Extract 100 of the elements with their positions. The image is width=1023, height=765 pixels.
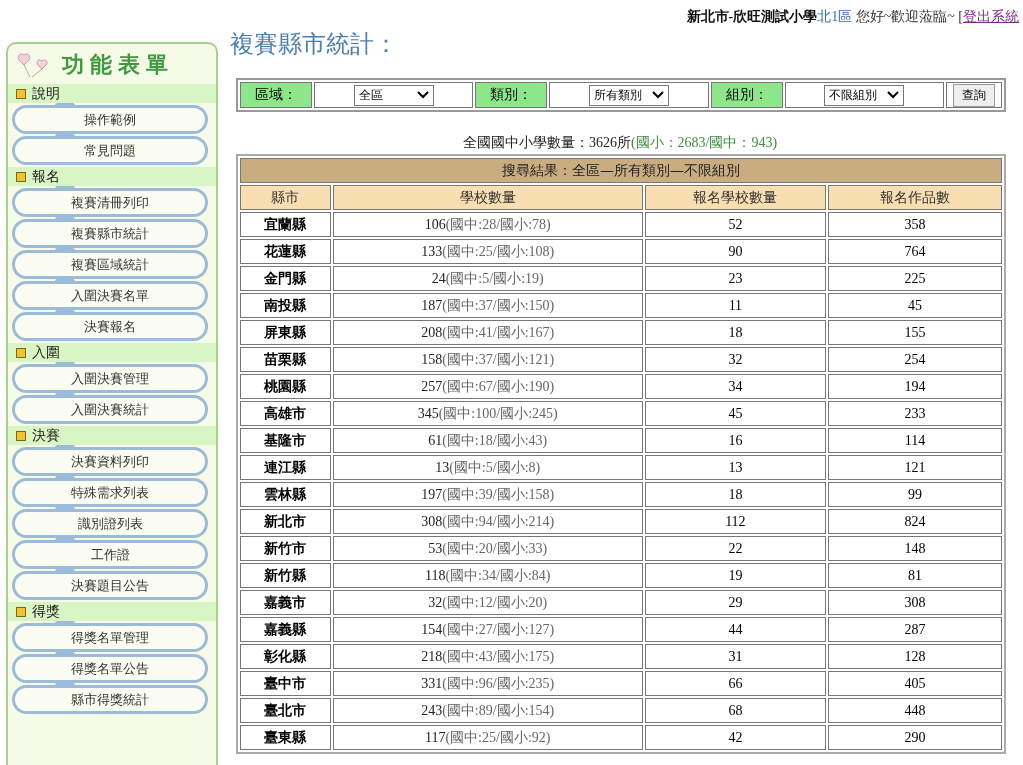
table-cell: 高雄市 (240, 401, 331, 426)
dropdown[interactable]: 不限組別 (824, 84, 905, 106)
menu-button[interactable]: 得獎名單公告 (12, 654, 208, 683)
menu-button[interactable]: 操作範例 (12, 105, 208, 134)
menu-button[interactable]: 常見問題 (12, 136, 208, 165)
table-cell: 345(國中:100/國小:245) (332, 401, 643, 426)
table-cell: 117(國中:25/國小:92) (332, 725, 643, 750)
table-cell: 臺中市 (240, 671, 331, 696)
table-cell: 新竹市 (240, 536, 331, 561)
table-cell: 宜蘭縣 (240, 212, 331, 237)
table-cell: 44 (644, 617, 827, 642)
filter-label: 類別： (475, 82, 548, 108)
dropdown[interactable]: 全區 (353, 84, 434, 106)
table-cell: 基隆市 (240, 428, 331, 453)
table-cell: 金門縣 (240, 266, 331, 291)
table-cell: 114 (828, 428, 1002, 453)
square-icon (16, 347, 26, 358)
table-cell: 405 (828, 671, 1002, 696)
table-cell: 彰化縣 (240, 644, 331, 669)
table-cell: 218(國中:43/國小:175) (332, 644, 643, 669)
column-header: 報名學校數量 (644, 185, 827, 210)
column-header: 報名作品數 (828, 185, 1002, 210)
menu-button[interactable]: 特殊需求列表 (12, 478, 208, 507)
menu-button[interactable]: 複賽區域統計 (12, 250, 208, 279)
school-name: 新北市-欣旺測試小學 (686, 8, 818, 26)
table-cell: 225 (828, 266, 1002, 291)
section-label: 入圍 (32, 343, 60, 362)
table-cell: 257(國中:67/國小:190) (332, 374, 643, 399)
menu-button[interactable]: 縣市得獎統計 (12, 685, 208, 714)
table-cell: 764 (828, 239, 1002, 264)
table-cell: 233 (828, 401, 1002, 426)
table-cell: 花蓮縣 (240, 239, 331, 264)
summary-detail: (國小：2683/國中：943) (630, 135, 778, 150)
table-cell: 290 (828, 725, 1002, 750)
table-cell: 197(國中:39/國小:158) (332, 482, 643, 507)
table-cell: 19 (644, 563, 827, 588)
table-cell: 133(國中:25/國小:108) (332, 239, 643, 264)
menu-button[interactable]: 工作證 (12, 540, 208, 569)
menu-button[interactable]: 複賽縣市統計 (12, 219, 208, 248)
table-cell: 158(國中:37/國小:121) (332, 347, 643, 372)
table-cell: 106(國中:28/國小:78) (332, 212, 643, 237)
table-cell: 121 (828, 455, 1002, 480)
menu-button[interactable]: 識別證列表 (12, 509, 208, 538)
table-cell: 187(國中:37/國小:150) (332, 293, 643, 318)
section-label: 決賽 (32, 426, 60, 445)
table-cell: 90 (644, 239, 827, 264)
menu-button[interactable]: 得獎名單管理 (12, 623, 208, 652)
table-cell: 61(國中:18/國小:43) (332, 428, 643, 453)
square-icon (16, 430, 26, 441)
table-cell: 53(國中:20/國小:33) (332, 536, 643, 561)
table-cell: 358 (828, 212, 1002, 237)
square-icon (16, 171, 26, 182)
table-cell: 99 (828, 482, 1002, 507)
table-cell: 52 (644, 212, 827, 237)
greeting-text: 您好~歡迎蒞臨~ [ (854, 8, 963, 26)
menu-button[interactable]: 入圍決賽統計 (12, 395, 208, 424)
table-cell: 南投縣 (240, 293, 331, 318)
table-cell: 448 (828, 698, 1002, 723)
menu-button[interactable]: 入圍決賽管理 (12, 364, 208, 393)
chevron-down-icon (416, 91, 429, 99)
table-cell: 194 (828, 374, 1002, 399)
table-cell: 23 (644, 266, 827, 291)
column-header: 縣市 (240, 185, 331, 210)
table-cell: 嘉義縣 (240, 617, 331, 642)
table-cell: 45 (828, 293, 1002, 318)
column-header: 學校數量 (332, 185, 643, 210)
square-icon (16, 606, 26, 617)
table-cell: 新北市 (240, 509, 331, 534)
district-label: 北1區 (817, 8, 853, 26)
table-cell: 29 (644, 590, 827, 615)
table-cell: 118(國中:34/國小:84) (332, 563, 643, 588)
summary-total: 全國國中小學數量：3626所 (462, 135, 631, 150)
menu-button[interactable]: 複賽清冊列印 (12, 188, 208, 217)
table-cell: 208(國中:41/國小:167) (332, 320, 643, 345)
menu-button[interactable]: 決賽報名 (12, 312, 208, 341)
table-cell: 308 (828, 590, 1002, 615)
table-cell: 243(國中:89/國小:154) (332, 698, 643, 723)
table-cell: 32(國中:12/國小:20) (332, 590, 643, 615)
table-cell: 31 (644, 644, 827, 669)
query-button[interactable]: 查詢 (953, 83, 995, 107)
dropdown[interactable]: 所有類別 (589, 84, 669, 106)
table-cell: 雲林縣 (240, 482, 331, 507)
table-cell: 308(國中:94/國小:214) (332, 509, 643, 534)
filter-label: 組別： (710, 82, 783, 108)
menu-button[interactable]: 入圍決賽名單 (12, 281, 208, 310)
table-cell: 桃園縣 (240, 374, 331, 399)
table-cell: 128 (828, 644, 1002, 669)
table-cell: 新竹縣 (240, 563, 331, 588)
table-cell: 13(國中:5/國小:8) (332, 455, 643, 480)
table-cell: 18 (644, 320, 827, 345)
table-cell: 臺東縣 (240, 725, 331, 750)
table-cell: 臺北市 (240, 698, 331, 723)
table-cell: 254 (828, 347, 1002, 372)
section-label: 說明 (32, 84, 60, 103)
logout-link[interactable]: 登出系統 (963, 8, 1019, 26)
table-cell: 16 (644, 428, 827, 453)
table-cell: 112 (644, 509, 827, 534)
menu-button[interactable]: 決賽題目公告 (12, 571, 208, 600)
menu-button[interactable]: 決賽資料列印 (12, 447, 208, 476)
table-cell: 287 (828, 617, 1002, 642)
